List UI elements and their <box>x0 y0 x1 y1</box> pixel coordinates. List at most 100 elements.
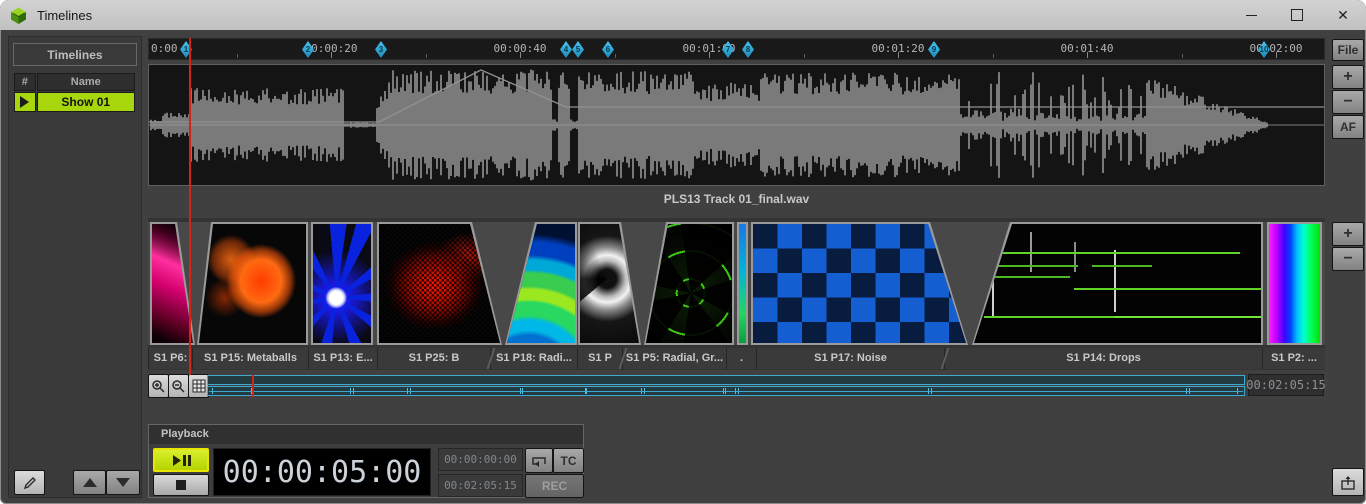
clip-rings[interactable] <box>505 222 577 345</box>
play-pause-icon <box>170 454 192 467</box>
waveform-svg <box>149 65 1324 185</box>
output-button[interactable] <box>1332 468 1364 496</box>
minimap-clips-bar[interactable] <box>207 386 1245 396</box>
playback-panel: Playback 00:00:05:00 00:00:00:00 00:02:0… <box>148 424 584 498</box>
magnifier-plus-icon <box>151 379 166 394</box>
clips-zoom-out-button[interactable]: − <box>1332 247 1364 271</box>
clip-thumbnail-noise <box>753 224 966 343</box>
waveform-bars <box>151 70 1267 181</box>
row-play-indicator <box>14 92 36 112</box>
clip-thumbnail-pink <box>152 224 193 343</box>
clip-label[interactable]: S1 P15: Metaballs <box>192 348 308 369</box>
cue-end-field[interactable]: 00:02:05:15 <box>438 474 523 497</box>
clip-label[interactable]: S1 P14: Drops <box>944 348 1262 369</box>
clips-track <box>148 222 1325 345</box>
timeline-marker-5[interactable]: 5 <box>572 41 584 58</box>
clip-sliver[interactable] <box>737 222 748 345</box>
clip-greenrings[interactable] <box>644 222 734 345</box>
total-duration-display: 00:02:05:15 <box>1248 374 1324 396</box>
clip-drops[interactable] <box>972 222 1263 345</box>
clip-label[interactable]: S1 P6: <box>148 348 192 369</box>
clip-thumbnail-metaballs <box>199 224 306 343</box>
waveform-zoom-out-button[interactable]: − <box>1332 90 1364 114</box>
clip-thumbnail-rings <box>507 224 575 343</box>
timeline-table-header: # Name <box>14 73 135 91</box>
clips-zoom-in-button[interactable]: + <box>1332 222 1364 246</box>
move-up-button[interactable] <box>73 470 106 495</box>
tc-button[interactable]: TC <box>553 448 584 473</box>
timelines-window: Timelines ✕ Timelines # Name Show 01 0:0… <box>0 0 1366 504</box>
timeline-marker-6[interactable]: 6 <box>602 41 614 58</box>
clip-spiral[interactable] <box>578 222 641 345</box>
move-down-button[interactable] <box>106 470 140 495</box>
timeline-name: Show 01 <box>37 92 136 112</box>
timecode-display: 00:00:05:00 <box>213 448 431 496</box>
zoom-in-button[interactable] <box>148 374 169 398</box>
clip-label[interactable]: S1 P25: B <box>377 348 490 369</box>
grid-icon <box>192 379 206 393</box>
grid-view-button[interactable] <box>188 374 209 398</box>
timelines-sidebar: Timelines # Name Show 01 <box>8 36 142 498</box>
window-title: Timelines <box>37 8 92 23</box>
clip-label[interactable]: S1 P18: Radi... <box>490 348 577 369</box>
loop-icon <box>531 455 547 467</box>
clip-label-bar: S1 P6:S1 P15: MetaballsS1 P13: E...S1 P2… <box>148 348 1325 369</box>
sidebar-header-button[interactable]: Timelines <box>13 43 137 66</box>
minimap-scroll-bar[interactable] <box>207 375 1245 385</box>
timeline-marker-8[interactable]: 8 <box>742 41 754 58</box>
waveform-panel[interactable] <box>148 64 1325 186</box>
loop-button[interactable] <box>525 448 553 473</box>
clip-starburst[interactable] <box>311 222 373 345</box>
edit-button[interactable] <box>14 470 45 495</box>
timeline-marker-4[interactable]: 4 <box>560 41 572 58</box>
clip-label[interactable]: S1 P2: ... <box>1262 348 1325 369</box>
clip-thumbnail-spiral <box>580 224 639 343</box>
column-header-name: Name <box>37 73 136 91</box>
ruler[interactable]: 0:0000:00:2000:00:4000:01:0000:01:2000:0… <box>148 38 1325 60</box>
clip-noise[interactable] <box>751 222 968 345</box>
track-filename: PLS13 Track 01_final.wav <box>148 188 1325 210</box>
timeline-marker-3[interactable]: 3 <box>375 41 387 58</box>
clip-thumbnail-greenrings <box>646 224 732 343</box>
minimize-icon <box>1246 15 1257 16</box>
playhead[interactable] <box>189 38 191 375</box>
play-pause-button[interactable] <box>153 448 209 472</box>
maximize-button[interactable] <box>1274 0 1320 30</box>
clip-label[interactable]: S1 P <box>577 348 622 369</box>
titlebar: Timelines ✕ <box>0 0 1366 30</box>
clips-panel: S1 P6:S1 P15: MetaballsS1 P13: E...S1 P2… <box>148 218 1325 370</box>
clip-label[interactable]: S1 P13: E... <box>308 348 377 369</box>
clip-label[interactable]: S1 P5: Radial, Gr... <box>622 348 726 369</box>
clip-rainbow[interactable] <box>1267 222 1322 345</box>
file-button[interactable]: File <box>1332 39 1364 61</box>
stop-icon <box>176 480 186 490</box>
stop-button[interactable] <box>153 474 209 496</box>
pencil-icon <box>22 475 38 491</box>
output-icon <box>1340 475 1356 490</box>
clip-thumbnail-sliver <box>739 224 746 343</box>
close-button[interactable]: ✕ <box>1320 0 1366 30</box>
down-arrow-icon <box>116 478 130 487</box>
minimize-button[interactable] <box>1228 0 1274 30</box>
timeline-minimap[interactable] <box>207 375 1245 397</box>
rec-button[interactable]: REC <box>525 474 584 498</box>
minimap-playhead[interactable] <box>252 375 254 397</box>
play-icon <box>20 96 29 108</box>
clip-thumbnail-starburst <box>313 224 371 343</box>
clip-label[interactable]: . <box>726 348 756 369</box>
up-arrow-icon <box>83 478 97 487</box>
timeline-marker-9[interactable]: 9 <box>928 41 940 58</box>
af-button[interactable]: AF <box>1332 115 1364 139</box>
clip-label[interactable]: S1 P17: Noise <box>756 348 944 369</box>
clip-thumbnail-rainbow <box>1269 224 1320 343</box>
waveform-zoom-in-button[interactable]: + <box>1332 65 1364 89</box>
ruler-label: 0:00 <box>151 42 178 55</box>
clip-thumbnail-particles <box>379 224 500 343</box>
clip-metaballs[interactable] <box>197 222 308 345</box>
timeline-row[interactable]: Show 01 <box>14 92 135 112</box>
cue-start-field[interactable]: 00:00:00:00 <box>438 448 523 471</box>
zoom-out-button[interactable] <box>168 374 189 398</box>
clip-particles[interactable] <box>377 222 502 345</box>
app-logo-icon <box>9 6 28 25</box>
clip-thumbnail-drops <box>974 224 1261 343</box>
